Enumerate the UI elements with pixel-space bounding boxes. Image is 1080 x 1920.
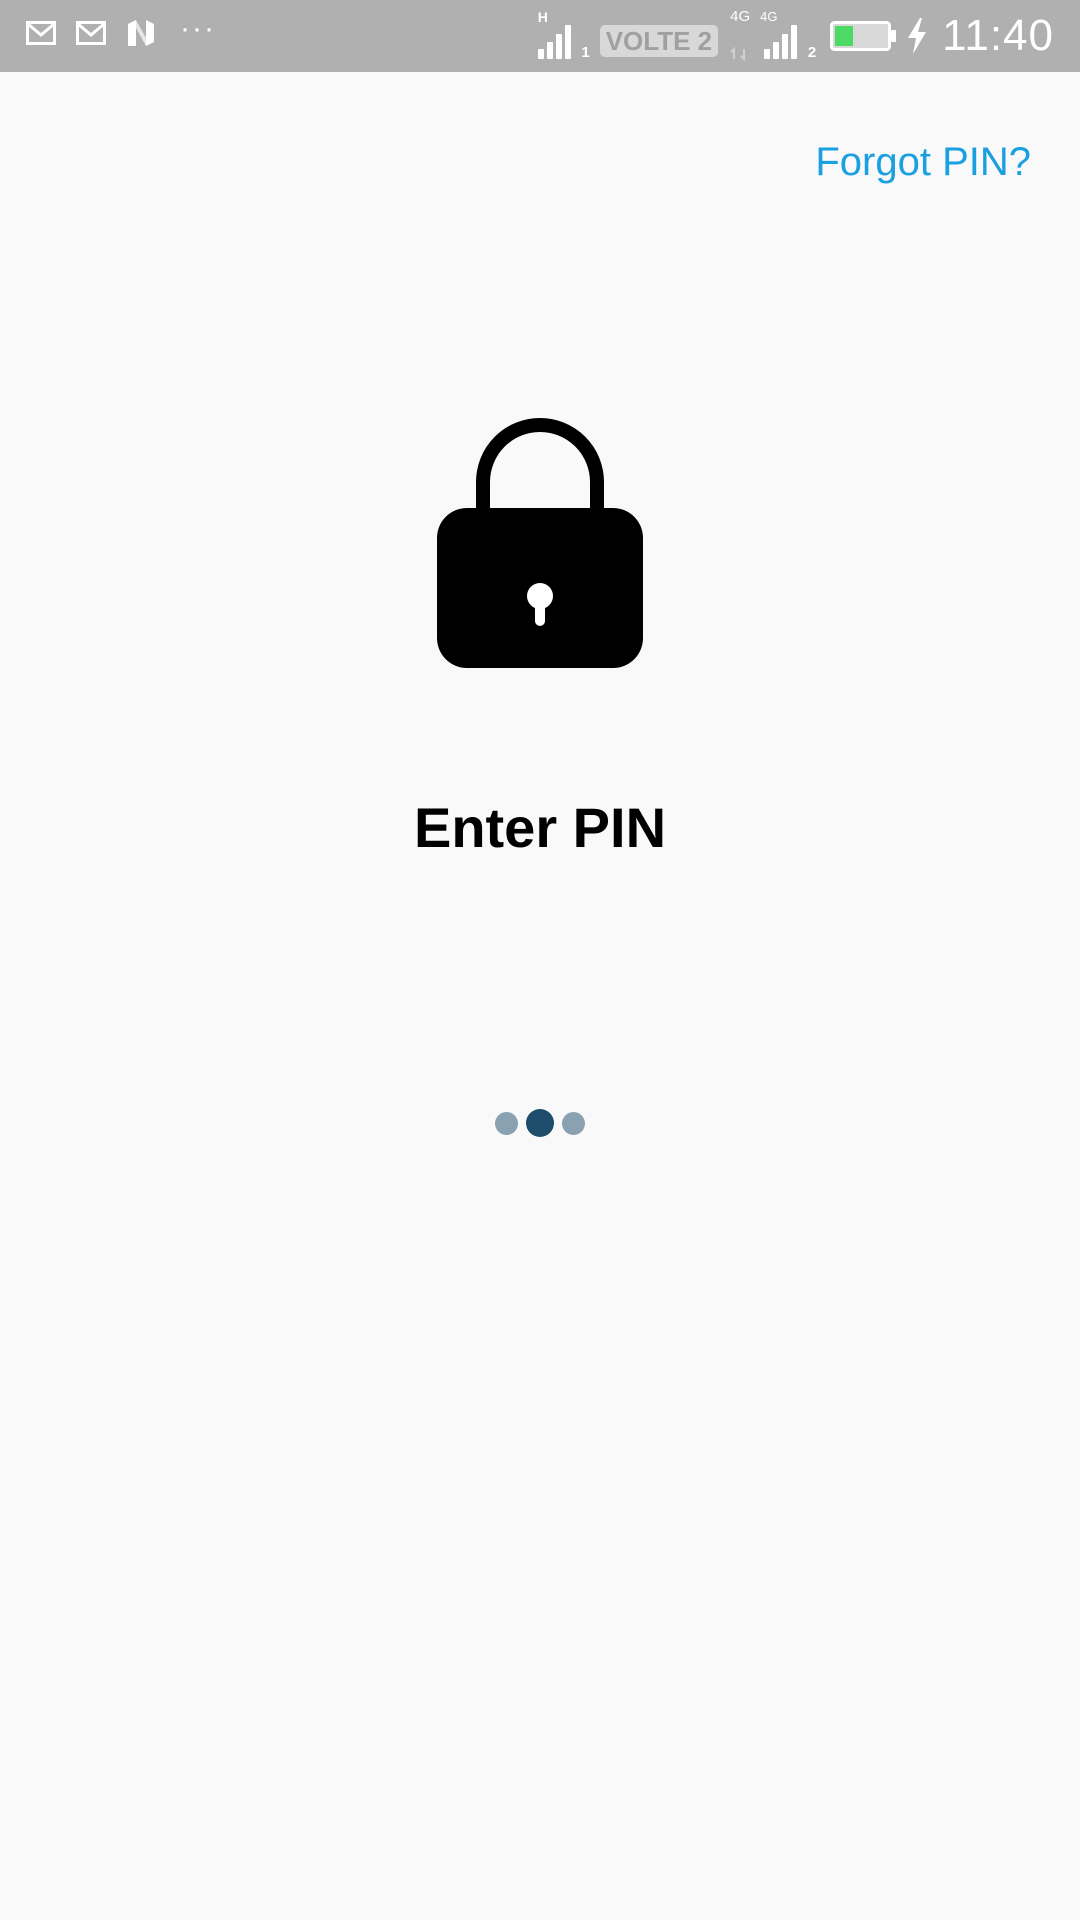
sim1-slot: 1 (581, 44, 590, 61)
more-notifications-icon: ··· (180, 12, 216, 45)
pin-dot (526, 1109, 554, 1137)
battery-icon (830, 21, 897, 51)
notification-area: ··· (26, 14, 216, 46)
pin-lock-screen: ··· H 1 VOLTE 2 4G 4G 2 11:40 Forgot PIN… (0, 0, 1080, 1920)
sim2-network-type: 4G (730, 8, 751, 25)
pin-progress-indicator (0, 1108, 1080, 1138)
lock-icon (437, 414, 643, 668)
sim2-signal: 4G 4G 2 (728, 9, 816, 63)
gmail-icon (76, 21, 106, 45)
system-icons: H 1 VOLTE 2 4G 4G 2 11:40 (536, 0, 1054, 72)
pin-dot (495, 1111, 518, 1135)
signal-icon (764, 25, 798, 59)
signal-icon (537, 25, 571, 59)
forgot-pin-link[interactable]: Forgot PIN? (815, 136, 1031, 188)
charging-icon (908, 18, 927, 54)
gmail-icon (26, 21, 56, 45)
data-activity-icon (730, 47, 746, 61)
clock: 11:40 (942, 11, 1054, 60)
pin-dot (562, 1111, 585, 1135)
sim2-slot: 2 (807, 44, 817, 61)
status-bar: ··· H 1 VOLTE 2 4G 4G 2 11:40 (0, 0, 1080, 72)
n-app-icon (128, 20, 154, 46)
volte-badge: VOLTE 2 (599, 25, 719, 57)
page-title: Enter PIN (413, 796, 667, 859)
sim1-signal: H 1 (536, 9, 590, 63)
